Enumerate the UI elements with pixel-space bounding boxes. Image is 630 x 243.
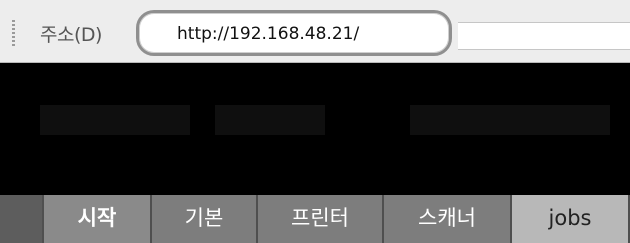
- banner-logo-area: [410, 105, 610, 135]
- tab-spacer: [0, 195, 44, 243]
- address-field[interactable]: [136, 10, 452, 56]
- address-field-extension: [458, 22, 630, 50]
- tab-jobs[interactable]: jobs: [512, 195, 630, 243]
- banner-logo-area: [40, 105, 190, 135]
- tab-start[interactable]: 시작: [44, 195, 152, 243]
- tab-printer[interactable]: 프린터: [258, 195, 384, 243]
- tab-basic[interactable]: 기본: [152, 195, 258, 243]
- tab-scanner[interactable]: 스캐너: [384, 195, 512, 243]
- nav-tabs: 시작 기본 프린터 스캐너 jobs: [0, 195, 630, 243]
- toolbar-grip[interactable]: [12, 20, 15, 46]
- url-input[interactable]: [177, 22, 437, 46]
- banner-logo-area: [215, 105, 325, 135]
- address-label: 주소(D): [40, 24, 102, 46]
- address-toolbar: 주소(D): [0, 0, 630, 63]
- header-banner: [0, 63, 630, 195]
